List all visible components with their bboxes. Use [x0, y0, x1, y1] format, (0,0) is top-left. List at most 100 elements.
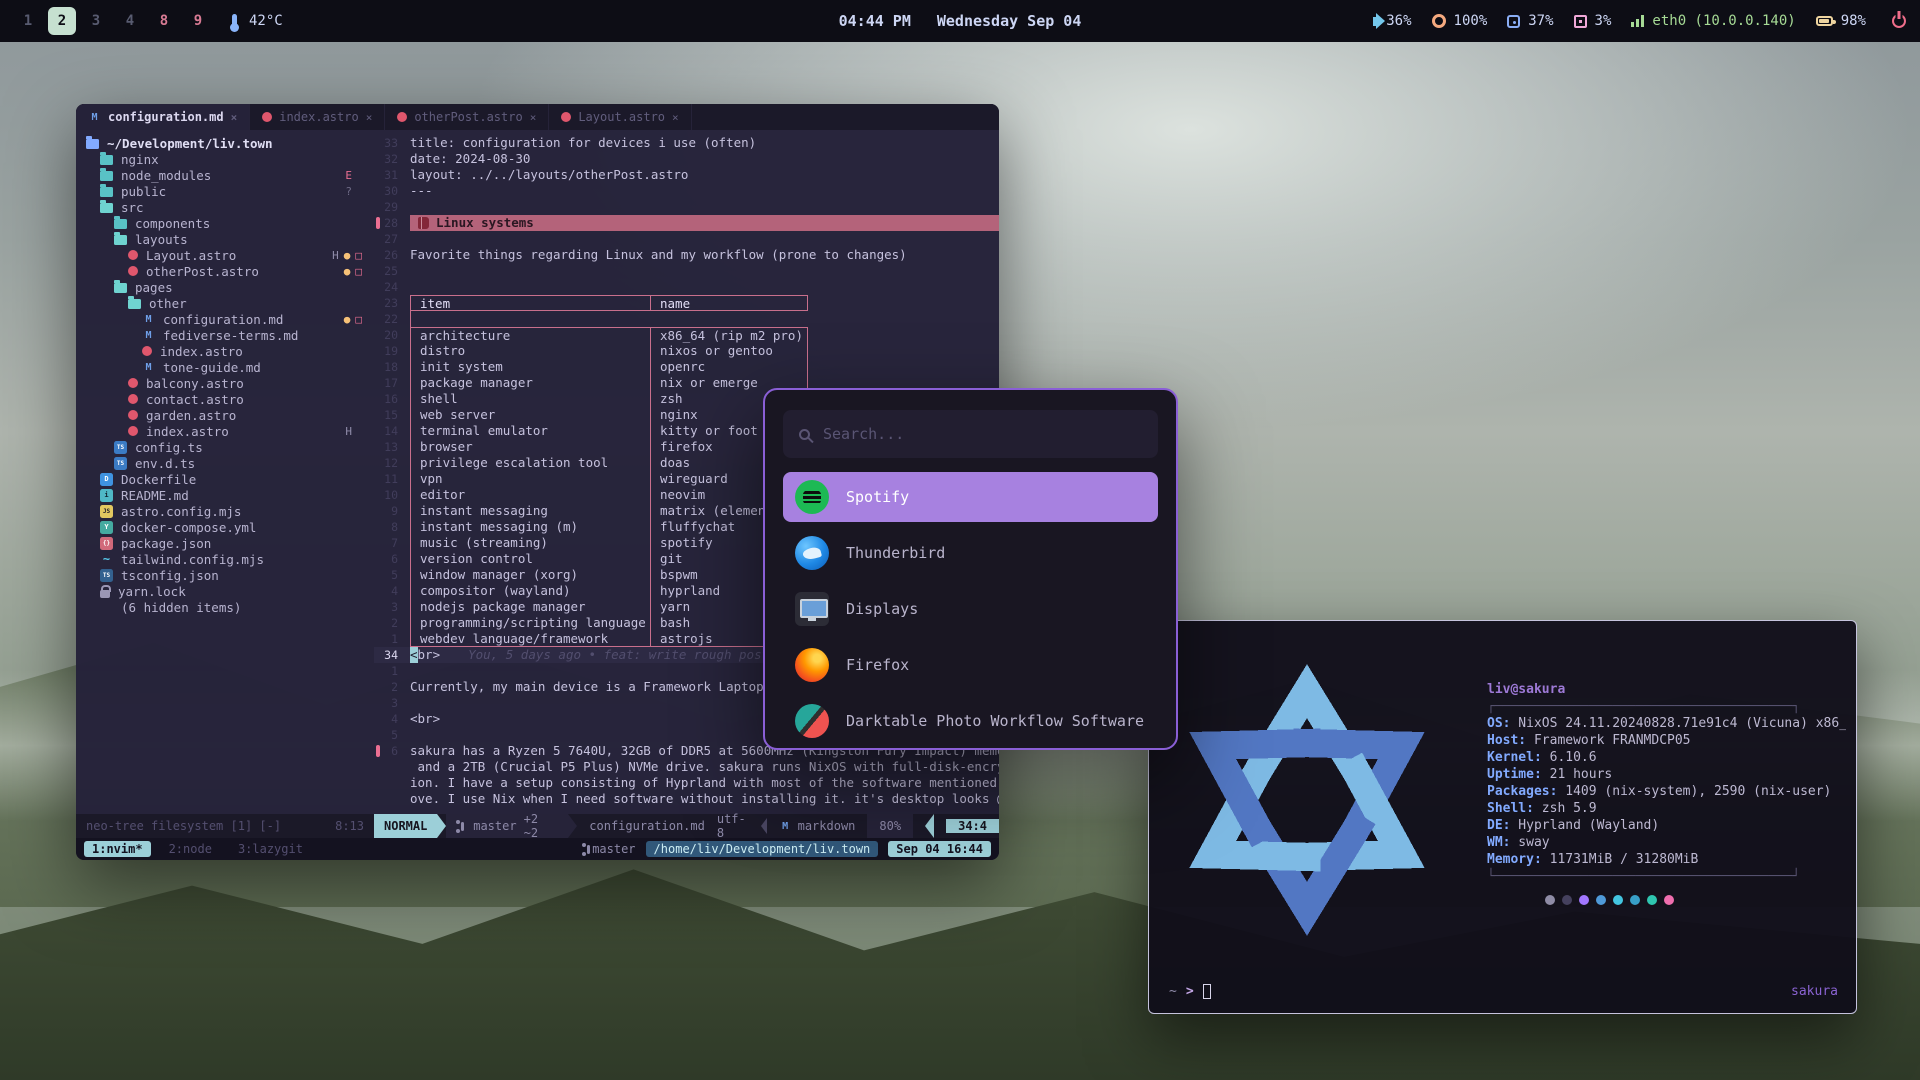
tree-item[interactable]: tailwind.config.mjs: [86, 551, 374, 567]
bar-module[interactable]: 36%: [1373, 13, 1411, 29]
tree-item[interactable]: pages: [86, 279, 374, 295]
git-diff: +2 ~2: [524, 812, 559, 840]
editor-line: ove. I use Nix when I need software with…: [374, 791, 999, 807]
tree-item[interactable]: index.astro: [86, 343, 374, 359]
tree-item[interactable]: fediverse-terms.md: [86, 327, 374, 343]
editor-tab[interactable]: Layout.astro ×: [549, 104, 691, 130]
tree-item[interactable]: package.json: [86, 535, 374, 551]
tree-item[interactable]: yarn.lock: [86, 583, 374, 599]
power-icon[interactable]: [1892, 14, 1906, 28]
launcher-item[interactable]: Displays: [783, 584, 1158, 634]
workspace-button[interactable]: 8: [150, 7, 178, 35]
powerline-separator-icon: [761, 818, 767, 834]
tree-item[interactable]: src: [86, 199, 374, 215]
workspace-button[interactable]: 2: [48, 7, 76, 35]
editor-tab[interactable]: configuration.md ×: [76, 104, 250, 130]
line-number: 7: [374, 535, 410, 551]
tree-item[interactable]: README.md: [86, 487, 374, 503]
tree-item[interactable]: (6 hidden items): [86, 599, 374, 615]
tree-item[interactable]: astro.config.mjs: [86, 503, 374, 519]
tree-item[interactable]: docker-compose.yml: [86, 519, 374, 535]
line-number: 29: [374, 199, 410, 215]
tree-item[interactable]: garden.astro: [86, 407, 374, 423]
tmux-window[interactable]: 3:lazygit: [230, 841, 311, 857]
tailwind-icon: [100, 553, 113, 566]
tmux-window[interactable]: 2:node: [161, 841, 220, 857]
folder-icon: [86, 139, 99, 149]
tree-item[interactable]: Layout.astro H ● □: [86, 247, 374, 263]
file-tree[interactable]: ~/Development/liv.town nginx: [76, 130, 374, 814]
tree-item[interactable]: tone-guide.md: [86, 359, 374, 375]
system-info: liv@sakura ┌────────────────────────────…: [1487, 681, 1846, 905]
temperature-module[interactable]: 42°C: [232, 13, 283, 29]
bar-module[interactable]: 100%: [1432, 13, 1488, 29]
tree-list: nginx node_modules E: [86, 151, 374, 615]
tree-item[interactable]: contact.astro: [86, 391, 374, 407]
astro-icon: [561, 112, 571, 122]
tab-label: configuration.md: [108, 110, 224, 124]
tree-item[interactable]: node_modules E: [86, 167, 374, 183]
bar-module[interactable]: 37%: [1507, 13, 1553, 29]
launcher-list: Spotify Thunderbird Displays Firefox Dar…: [783, 472, 1158, 746]
launcher-item[interactable]: Spotify: [783, 472, 1158, 522]
color-swatch-icon: [1545, 895, 1555, 905]
tree-root[interactable]: ~/Development/liv.town: [86, 135, 374, 151]
table-cell-item: webdev language/framework: [410, 631, 650, 647]
close-icon[interactable]: ×: [672, 111, 679, 124]
tree-item[interactable]: components: [86, 215, 374, 231]
launcher-item[interactable]: Thunderbird: [783, 528, 1158, 578]
search-input[interactable]: [823, 425, 1142, 443]
close-icon[interactable]: ×: [530, 111, 537, 124]
tree-item[interactable]: other: [86, 295, 374, 311]
filetype-segment: markdown: [779, 819, 856, 833]
close-icon[interactable]: ×: [231, 111, 238, 124]
workspace-button[interactable]: 4: [116, 7, 144, 35]
cursor: <: [410, 647, 418, 663]
line-number: 20: [374, 327, 410, 343]
tree-item[interactable]: tsconfig.json: [86, 567, 374, 583]
color-swatch-icon: [1647, 895, 1657, 905]
line-number: 5: [374, 567, 410, 583]
clock[interactable]: 04:44 PM Wednesday Sep 04: [839, 12, 1082, 30]
tree-item[interactable]: nginx: [86, 151, 374, 167]
close-icon[interactable]: ×: [366, 111, 373, 124]
line-number: 12: [374, 455, 410, 471]
tree-item[interactable]: env.d.ts: [86, 455, 374, 471]
modified-dot-icon: ●: [344, 249, 351, 262]
ts-icon: [114, 457, 127, 470]
bar-module[interactable]: 98%: [1816, 13, 1866, 29]
bar-module[interactable]: eth0 (10.0.0.140): [1631, 13, 1795, 29]
launcher-item[interactable]: Firefox: [783, 640, 1158, 690]
field-label: Packages:: [1487, 784, 1557, 799]
workspace-button[interactable]: 3: [82, 7, 110, 35]
field-value: 11731MiB / 31280MiB: [1542, 852, 1699, 867]
tree-item[interactable]: config.ts: [86, 439, 374, 455]
markdown-icon: [779, 820, 792, 833]
workspace-button[interactable]: 9: [184, 7, 212, 35]
tree-item[interactable]: balcony.astro: [86, 375, 374, 391]
tree-item[interactable]: public ?: [86, 183, 374, 199]
table-cell-item: init system: [410, 359, 650, 375]
line-number: 28: [374, 215, 410, 231]
tmux-window[interactable]: 1:nvim*: [84, 841, 151, 857]
color-swatch-icon: [1579, 895, 1589, 905]
workspace-button[interactable]: 1: [14, 7, 42, 35]
tree-item[interactable]: index.astro H: [86, 423, 374, 439]
readme-icon: [100, 489, 113, 502]
bar-module[interactable]: 3%: [1574, 13, 1612, 29]
table-header-item: item: [410, 295, 650, 311]
editor-tab[interactable]: otherPost.astro ×: [385, 104, 549, 130]
editor-tab[interactable]: index.astro ×: [250, 104, 385, 130]
line-number: 10: [374, 487, 410, 503]
fastfetch-terminal[interactable]: liv@sakura ┌────────────────────────────…: [1148, 620, 1857, 1014]
tree-item[interactable]: Dockerfile: [86, 471, 374, 487]
launcher-item[interactable]: Darktable Photo Workflow Software: [783, 696, 1158, 746]
editor-line: 25: [374, 263, 999, 279]
tmux-right: master /home/liv/Development/liv.town Se…: [582, 841, 991, 857]
tree-item[interactable]: configuration.md ● □: [86, 311, 374, 327]
app-launcher[interactable]: Spotify Thunderbird Displays Firefox Dar…: [763, 388, 1178, 750]
tree-item[interactable]: layouts: [86, 231, 374, 247]
tree-item[interactable]: otherPost.astro ● □: [86, 263, 374, 279]
shell-prompt[interactable]: ~ >: [1169, 984, 1211, 999]
darktable-icon: [795, 704, 829, 738]
